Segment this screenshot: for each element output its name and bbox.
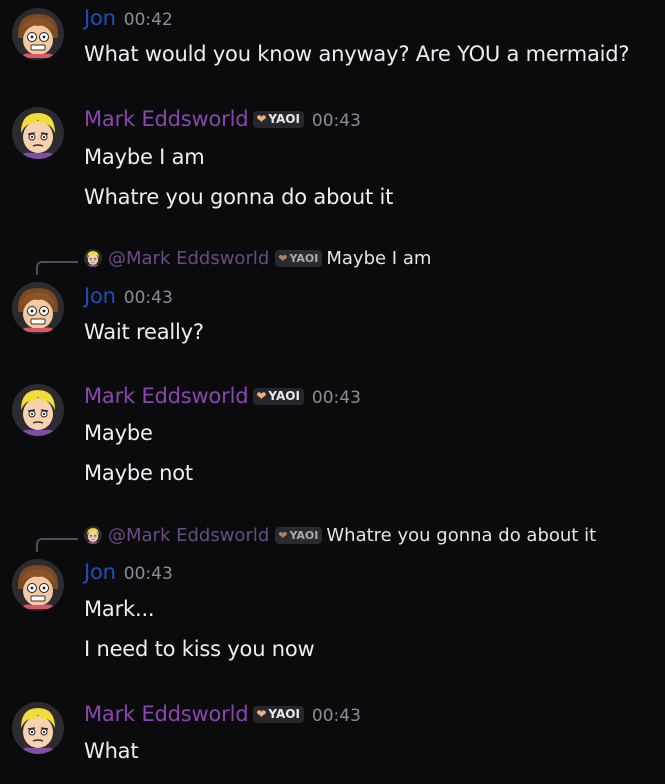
message-text: I need to kiss you now <box>84 637 315 661</box>
mark-avatar-icon <box>12 702 64 754</box>
reply-text[interactable]: Whatre you gonna do about it <box>326 525 596 546</box>
reply-preview[interactable]: @Mark Eddsworld ❤ YAOI Maybe I am <box>84 248 431 269</box>
tag-label: YAOI <box>289 252 319 265</box>
role-tag[interactable]: ❤ YAOI <box>253 388 304 405</box>
message-text: Maybe <box>84 421 153 445</box>
avatar[interactable] <box>12 282 64 334</box>
author-name[interactable]: Jon <box>84 560 116 584</box>
jon-avatar-icon <box>12 8 64 60</box>
timestamp: 00:43 <box>123 288 173 308</box>
heart-icon: ❤ <box>256 707 267 721</box>
timestamp: 00:43 <box>311 388 361 408</box>
avatar[interactable] <box>12 107 64 159</box>
timestamp: 00:43 <box>311 706 361 726</box>
avatar[interactable] <box>12 384 64 436</box>
message-text: What would you know anyway? Are YOU a me… <box>84 42 630 66</box>
tag-label: YAOI <box>268 707 300 721</box>
message-text: What <box>84 739 139 763</box>
jon-avatar-icon <box>12 282 64 334</box>
role-tag: ❤ YAOI <box>275 250 323 267</box>
jon-avatar-icon <box>12 559 64 611</box>
role-tag[interactable]: ❤ YAOI <box>253 111 304 128</box>
reply-preview[interactable]: @Mark Eddsworld ❤ YAOI Whatre you gonna do … <box>84 525 596 546</box>
tag-label: YAOI <box>268 389 300 403</box>
reply-spine <box>36 538 78 552</box>
message-text: Whatre you gonna do about it <box>84 185 394 209</box>
chat-log: Jon 00:42 What would you know anyway? Are… <box>0 0 665 784</box>
heart-icon: ❤ <box>278 252 288 265</box>
message-text: Maybe I am <box>84 145 205 169</box>
timestamp: 00:43 <box>123 564 173 584</box>
author-name[interactable]: Mark Eddsworld <box>84 702 249 726</box>
avatar[interactable] <box>12 559 64 611</box>
role-tag[interactable]: ❤ YAOI <box>253 706 304 723</box>
mark-avatar-icon <box>12 384 64 436</box>
avatar[interactable] <box>12 8 64 60</box>
heart-icon: ❤ <box>256 112 267 126</box>
tag-label: YAOI <box>268 112 300 126</box>
message-text: Wait really? <box>84 320 204 344</box>
reply-text[interactable]: Maybe I am <box>326 248 431 269</box>
author-name[interactable]: Mark Eddsworld <box>84 384 249 408</box>
author-name[interactable]: Mark Eddsworld <box>84 107 249 131</box>
reply-spine <box>36 261 78 275</box>
reply-author[interactable]: @Mark Eddsworld <box>108 248 269 269</box>
role-tag: ❤ YAOI <box>275 527 323 544</box>
author-name[interactable]: Jon <box>84 6 116 30</box>
reply-author[interactable]: @Mark Eddsworld <box>108 525 269 546</box>
mark-mini-avatar-icon <box>84 249 102 267</box>
heart-icon: ❤ <box>278 529 288 542</box>
tag-label: YAOI <box>289 529 319 542</box>
avatar[interactable] <box>12 702 64 754</box>
timestamp: 00:43 <box>311 111 361 131</box>
message-text: Maybe not <box>84 461 193 485</box>
timestamp: 00:42 <box>123 10 173 30</box>
mark-avatar-icon <box>12 107 64 159</box>
message-text: Mark... <box>84 597 155 621</box>
author-name[interactable]: Jon <box>84 284 116 308</box>
mark-mini-avatar-icon <box>84 526 102 544</box>
heart-icon: ❤ <box>256 389 267 403</box>
